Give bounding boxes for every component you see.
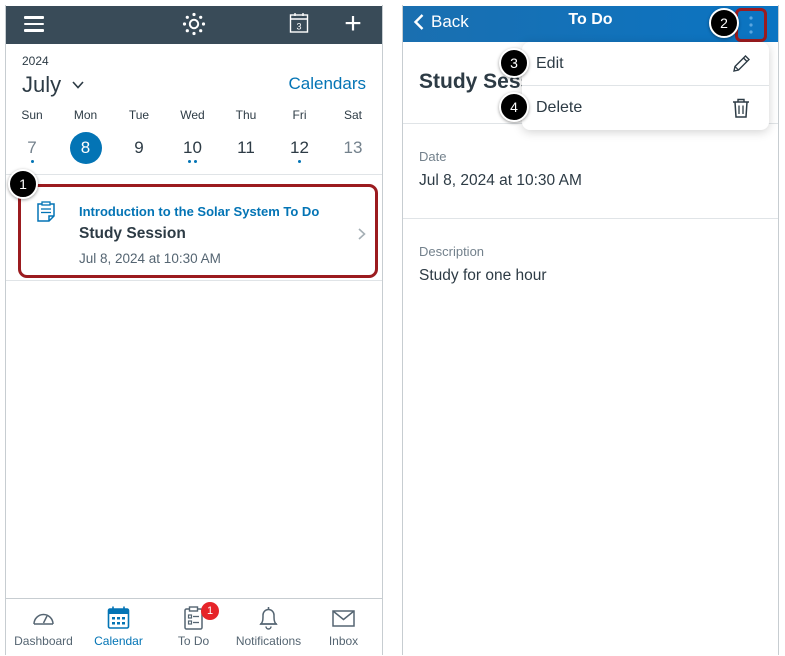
calendars-link[interactable]: Calendars	[289, 74, 367, 94]
day-fri[interactable]: Fri 12	[275, 106, 325, 166]
menu-item-label: Delete	[536, 99, 583, 116]
tab-calendar[interactable]: Calendar	[81, 599, 156, 655]
callout-4: 4	[499, 92, 529, 122]
tab-inbox[interactable]: Inbox	[306, 599, 381, 655]
day-wed[interactable]: Wed 10	[168, 106, 218, 166]
canvas-logo-icon	[182, 12, 206, 36]
more-options-button[interactable]	[735, 8, 767, 42]
tab-dashboard[interactable]: Dashboard	[6, 599, 81, 655]
event-dot	[188, 160, 191, 163]
divider	[6, 280, 382, 281]
callout-3: 3	[499, 48, 529, 78]
tab-label: Notifications	[235, 634, 302, 648]
day-thu[interactable]: Thu 11	[221, 106, 271, 166]
day-tue[interactable]: Tue 9	[114, 106, 164, 166]
pencil-icon	[733, 55, 750, 72]
right-frame	[778, 5, 779, 655]
day-name: Sun	[21, 108, 43, 122]
divider	[403, 218, 778, 219]
day-sun[interactable]: Sun 7	[7, 106, 57, 166]
event-dot	[298, 160, 301, 163]
year-label: 2024	[22, 54, 49, 68]
day-name: Wed	[180, 108, 205, 122]
month-label: July	[22, 72, 62, 97]
callout-2: 2	[709, 8, 739, 38]
tab-label: Dashboard	[14, 634, 73, 648]
calendar-icon	[107, 606, 130, 629]
calendar-today-icon[interactable]: 3	[289, 12, 309, 34]
event-dots	[7, 160, 57, 166]
day-name: Mon	[73, 108, 98, 122]
chevron-right-icon	[358, 228, 366, 240]
week-strip: Sun 7 Mon 8 Tue 9 Wed 10 Thu 11 Fri 12 Sat 13	[6, 106, 382, 168]
menu-item-delete[interactable]: Delete	[522, 86, 769, 130]
calendar-screen: 3 + 2024 July Calendars Sun 7 Mon 8 Tue 9 Wed 1…	[6, 6, 382, 654]
day-name: Fri	[292, 108, 307, 122]
menu-item-label: Edit	[536, 55, 564, 72]
event-course: Introduction to the Solar System To Do	[79, 204, 320, 219]
calendar-top-bar: 3 +	[6, 6, 382, 44]
todo-detail-screen: Back To Do Study Sess Date Jul 8, 2024 a…	[403, 6, 778, 654]
tab-label: To Do	[177, 634, 210, 648]
dashboard-icon	[33, 613, 54, 625]
event-dot	[194, 160, 197, 163]
event-dot	[30, 160, 34, 163]
kebab-menu-icon	[749, 16, 753, 34]
tab-todo[interactable]: 1 To Do	[156, 599, 231, 655]
calendar-today-number: 3	[296, 22, 301, 32]
day-name: Tue	[128, 108, 150, 122]
day-mon[interactable]: Mon 8	[61, 106, 111, 166]
tab-label: Inbox	[328, 634, 359, 648]
day-name: Thu	[235, 108, 257, 122]
bottom-tab-bar: Dashboard Calendar 1 To Do Notifications…	[6, 598, 382, 654]
hamburger-icon[interactable]	[24, 16, 44, 32]
callout-1: 1	[8, 169, 38, 199]
tab-notifications[interactable]: Notifications	[231, 599, 306, 655]
menu-item-edit[interactable]: Edit	[522, 42, 769, 86]
day-name: Sat	[343, 108, 362, 122]
chevron-down-icon	[72, 81, 84, 89]
trash-icon	[733, 98, 749, 118]
date-label: Date	[419, 149, 447, 164]
left-frame	[382, 5, 383, 655]
event-date: Jul 8, 2024 at 10:30 AM	[79, 251, 221, 266]
event-dots	[114, 160, 164, 166]
divider	[6, 174, 382, 175]
event-title: Study Session	[79, 225, 186, 242]
inbox-icon	[332, 610, 355, 627]
event-dots	[61, 160, 111, 166]
todo-badge: 1	[201, 602, 219, 620]
bell-icon	[259, 607, 278, 630]
date-value: Jul 8, 2024 at 10:30 AM	[419, 172, 582, 189]
options-menu: Edit Delete	[522, 42, 769, 130]
description-label: Description	[419, 244, 485, 259]
add-event-button[interactable]: +	[342, 7, 364, 41]
description-value: Study for one hour	[419, 267, 547, 284]
month-picker[interactable]: July	[22, 72, 85, 98]
todo-note-icon	[37, 201, 55, 222]
day-sat[interactable]: Sat 13	[328, 106, 378, 166]
todo-event-card[interactable]: Introduction to the Solar System To Do S…	[18, 184, 378, 278]
tab-label: Calendar	[94, 634, 143, 648]
